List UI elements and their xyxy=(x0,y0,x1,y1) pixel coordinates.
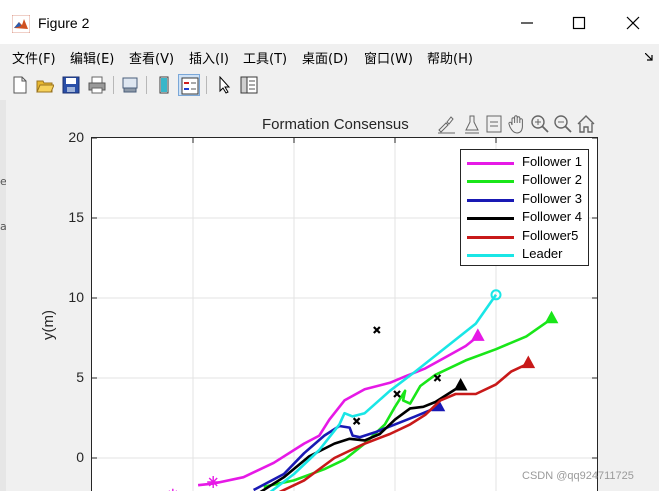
legend-entry: Follower 4 xyxy=(467,209,587,227)
y-tick-label: 15 xyxy=(68,209,84,225)
y-tick-label: 5 xyxy=(76,369,84,385)
zoom-in-icon[interactable] xyxy=(530,114,550,134)
series-end-marker xyxy=(470,328,485,341)
legend-entry: Follower 3 xyxy=(467,191,587,209)
target-cross-marker xyxy=(352,417,361,425)
y-axis-label: y(m) xyxy=(40,310,57,340)
legend-swatch xyxy=(467,162,514,165)
axes-title: Formation Consensus xyxy=(262,116,409,133)
target-cross-marker xyxy=(373,326,381,334)
zoom-out-icon[interactable] xyxy=(553,114,573,134)
legend[interactable]: Follower 1 Follower 2 Follower 3 Followe… xyxy=(460,149,589,266)
series-end-marker xyxy=(544,310,559,324)
legend-swatch xyxy=(467,199,514,202)
legend-swatch xyxy=(467,254,514,257)
brush-icon[interactable] xyxy=(436,114,456,134)
plot-lines xyxy=(168,289,559,491)
legend-entry: Follower 2 xyxy=(467,172,587,190)
legend-label: Follower5 xyxy=(522,228,579,243)
watermark: CSDN @qq924711725 xyxy=(522,470,634,482)
series-line xyxy=(259,384,462,491)
legend-label: Follower 1 xyxy=(522,154,582,169)
legend-swatch xyxy=(467,180,514,183)
y-tick-label: 20 xyxy=(68,129,84,145)
data-tip-icon[interactable] xyxy=(462,114,482,134)
start-star-marker xyxy=(207,476,220,488)
legend-swatch xyxy=(467,236,514,239)
pan-icon[interactable] xyxy=(507,114,527,134)
y-tick-label: 10 xyxy=(68,289,84,305)
series-end-marker xyxy=(453,377,468,391)
legend-label: Follower 2 xyxy=(522,172,582,187)
y-tick-label: 0 xyxy=(76,449,84,465)
legend-label: Follower 4 xyxy=(522,209,582,224)
legend-entry: Follower 1 xyxy=(467,154,587,172)
legend-label: Follower 3 xyxy=(522,191,582,206)
home-icon[interactable] xyxy=(576,114,596,134)
legend-entry: Leader xyxy=(467,246,587,264)
zoom-box-icon[interactable] xyxy=(484,114,504,134)
legend-entry: Follower5 xyxy=(467,228,587,246)
legend-swatch xyxy=(467,217,514,220)
series-end-marker xyxy=(521,355,536,369)
legend-label: Leader xyxy=(522,246,563,261)
